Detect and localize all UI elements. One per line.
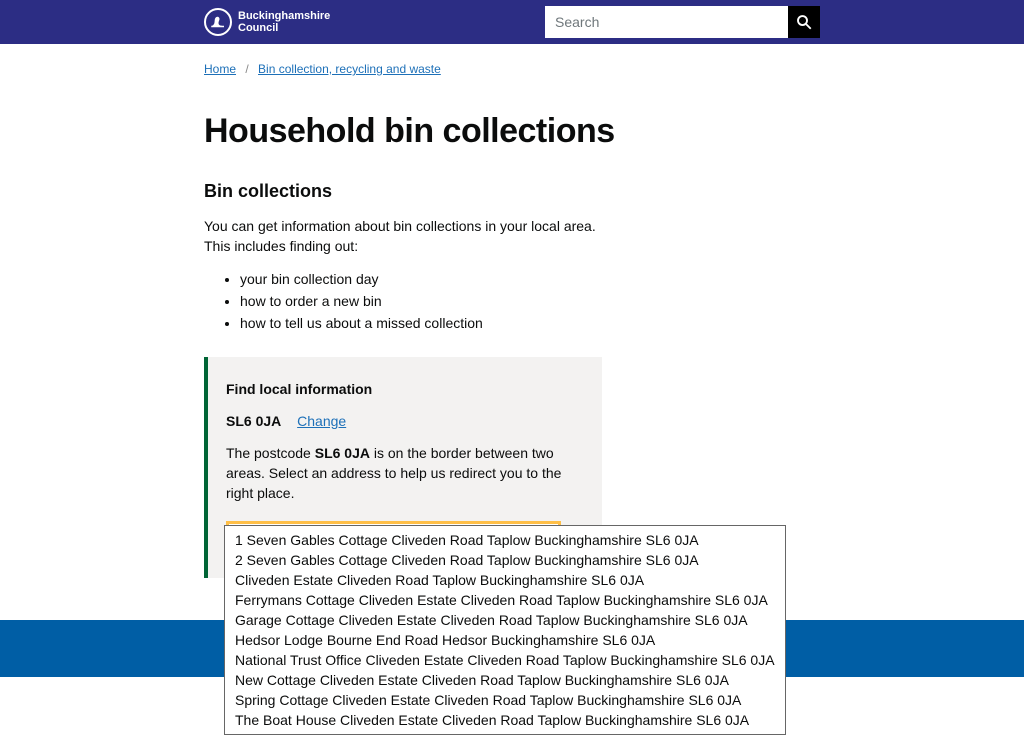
dropdown-option[interactable]: National Trust Office Cliveden Estate Cl… (225, 650, 785, 670)
search-button[interactable] (788, 6, 820, 38)
breadcrumb-separator: / (245, 62, 248, 76)
postcode-value: SL6 0JA (226, 413, 281, 429)
list-item: your bin collection day (240, 271, 820, 287)
section-title: Bin collections (204, 181, 820, 202)
panel-title: Find local information (226, 381, 584, 397)
site-logo[interactable]: Buckinghamshire Council (204, 8, 330, 36)
breadcrumb-link-bins[interactable]: Bin collection, recycling and waste (258, 62, 441, 76)
breadcrumb-link-home[interactable]: Home (204, 62, 236, 76)
page-title: Household bin collections (204, 112, 820, 151)
dropdown-option[interactable]: 1 Seven Gables Cottage Cliveden Road Tap… (225, 530, 785, 550)
address-dropdown: 1 Seven Gables Cottage Cliveden Road Tap… (224, 525, 786, 735)
list-item: how to tell us about a missed collection (240, 315, 820, 331)
search-icon (795, 13, 813, 31)
site-header: Buckinghamshire Council (0, 0, 1024, 44)
search-input[interactable] (545, 6, 788, 38)
logo-text: Buckinghamshire Council (238, 10, 330, 34)
logo-roundel-icon (204, 8, 232, 36)
dropdown-option[interactable]: New Cottage Cliveden Estate Cliveden Roa… (225, 670, 785, 690)
change-link[interactable]: Change (297, 413, 346, 429)
dropdown-option[interactable]: Ferrymans Cottage Cliveden Estate Clived… (225, 590, 785, 610)
dropdown-option[interactable]: The Boat House Cliveden Estate Cliveden … (225, 710, 785, 730)
intro-list: your bin collection day how to order a n… (204, 271, 820, 331)
dropdown-option[interactable]: Cliveden Estate Cliveden Road Taplow Buc… (225, 570, 785, 590)
intro-text: You can get information about bin collec… (204, 216, 604, 257)
dropdown-option[interactable]: 2 Seven Gables Cottage Cliveden Road Tap… (225, 550, 785, 570)
breadcrumb: Home / Bin collection, recycling and was… (204, 44, 820, 84)
site-search (545, 6, 820, 38)
dropdown-option[interactable]: Garage Cottage Cliveden Estate Cliveden … (225, 610, 785, 630)
dropdown-option[interactable]: Spring Cottage Cliveden Estate Cliveden … (225, 690, 785, 710)
dropdown-option[interactable]: Hedsor Lodge Bourne End Road Hedsor Buck… (225, 630, 785, 650)
list-item: how to order a new bin (240, 293, 820, 309)
postcode-row: SL6 0JA Change (226, 413, 584, 429)
border-message: The postcode SL6 0JA is on the border be… (226, 443, 584, 504)
